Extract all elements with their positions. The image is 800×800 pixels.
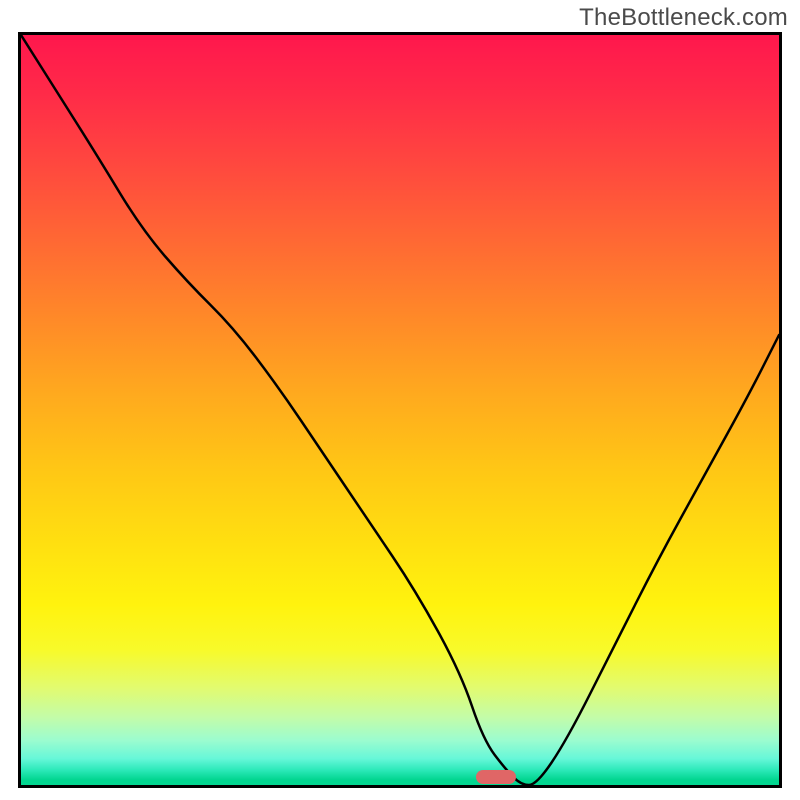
watermark-text: TheBottleneck.com — [579, 4, 788, 32]
bottleneck-curve — [21, 35, 779, 785]
optimal-marker-pill — [476, 770, 516, 784]
chart-plot-area — [18, 32, 782, 788]
